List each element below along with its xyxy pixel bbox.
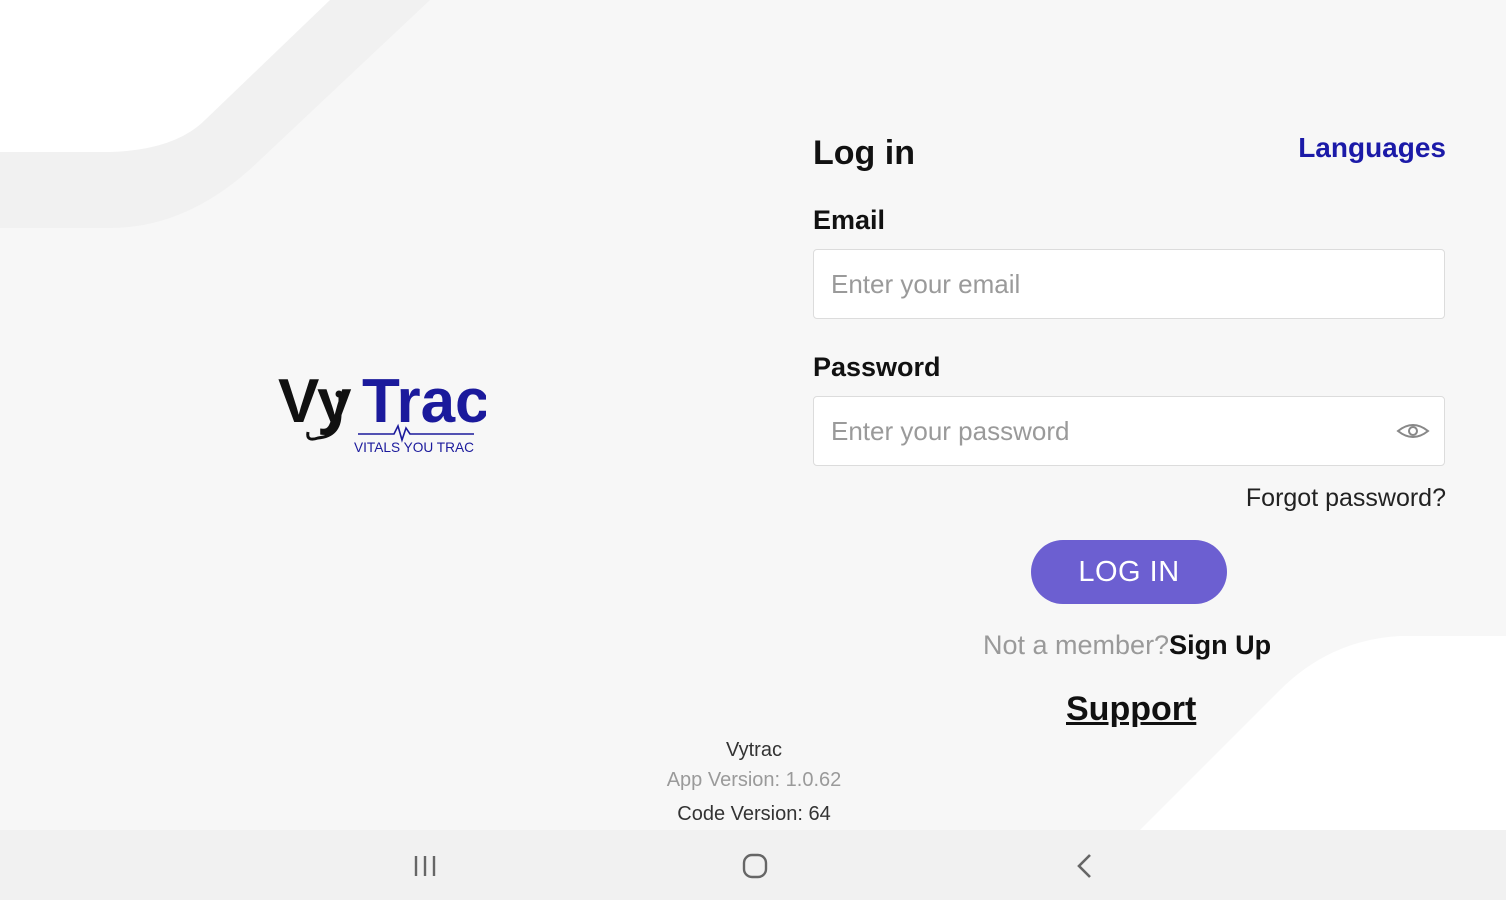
password-label: Password (813, 352, 941, 382)
code-version: Code Version: 64 (677, 803, 831, 825)
login-button[interactable]: LOG IN (1031, 540, 1227, 604)
password-input[interactable] (831, 397, 1371, 465)
password-field-container (813, 396, 1445, 466)
signup-prompt-text: Not a member? (983, 630, 1170, 660)
logo-tagline: VITALS YOU TRAC (354, 439, 474, 455)
email-input[interactable] (831, 250, 1371, 318)
support-link[interactable]: Support (1066, 690, 1196, 729)
recent-apps-icon[interactable] (407, 848, 443, 884)
back-icon[interactable] (1067, 848, 1103, 884)
email-field-container (813, 249, 1445, 319)
email-label: Email (813, 205, 886, 235)
home-icon[interactable] (737, 848, 773, 884)
vytrac-logo: Vy Trac VITALS YOU TRAC (276, 366, 490, 466)
logo-suffix-text: Trac (362, 367, 486, 436)
languages-link[interactable]: Languages (1298, 132, 1446, 164)
login-title: Log in (813, 134, 915, 172)
forgot-password-link[interactable]: Forgot password? (1246, 484, 1446, 513)
show-password-eye-icon[interactable] (1396, 419, 1430, 443)
signup-row: Not a member?Sign Up (983, 630, 1271, 661)
app-name: Vytrac (726, 739, 782, 761)
app-version: App Version: 1.0.62 (666, 769, 842, 791)
signup-link[interactable]: Sign Up (1169, 630, 1271, 660)
